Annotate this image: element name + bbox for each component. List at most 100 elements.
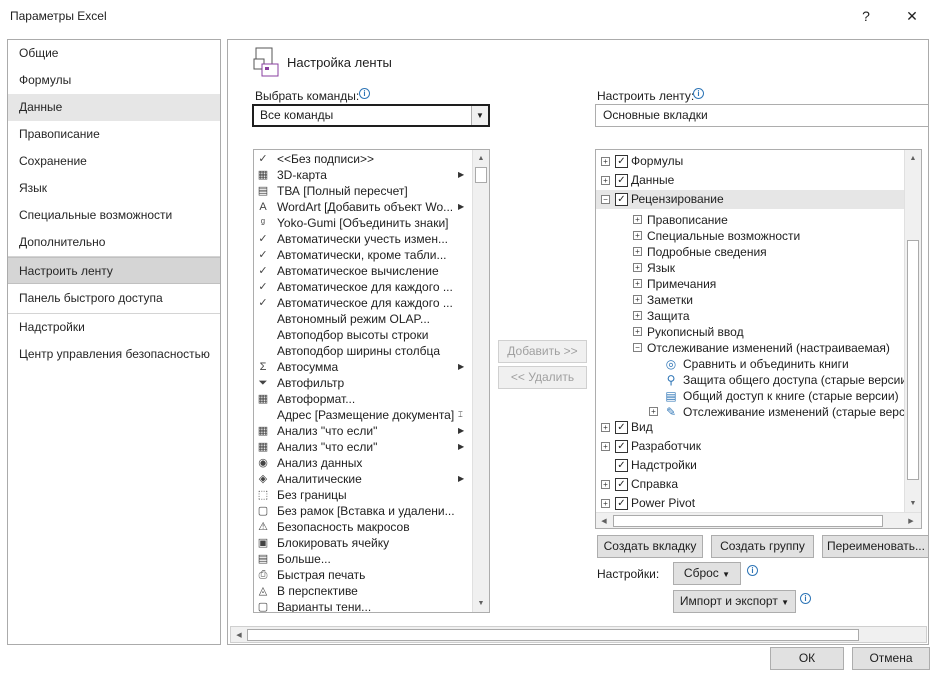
command-list-item[interactable]: Автоподбор ширины столбца — [254, 343, 472, 359]
scroll-down-icon[interactable]: ▼ — [905, 495, 921, 511]
command-list-item[interactable]: ▦ 3D-карта ▶ — [254, 167, 472, 183]
command-list-item[interactable]: ⬚ Без границы — [254, 487, 472, 503]
command-list-item[interactable]: ▦ Анализ "что если" ▶ — [254, 423, 472, 439]
command-list-item[interactable]: ▢ Варианты тени... — [254, 599, 472, 612]
sidebar-item-quick-access[interactable]: Панель быстрого доступа — [8, 285, 220, 312]
rename-button[interactable]: Переименовать... — [822, 535, 928, 558]
scroll-left-icon[interactable]: ◀ — [231, 627, 247, 643]
commands-scrollbar[interactable]: ▲ ▼ — [472, 150, 489, 612]
tree-node-data[interactable]: + ✓ Данные — [596, 171, 904, 190]
checkbox[interactable]: ✓ — [615, 193, 628, 206]
scroll-thumb[interactable] — [475, 167, 487, 183]
command-list-item[interactable]: ▤ ТВА [Полный пересчет] — [254, 183, 472, 199]
command-list-item[interactable]: ◬ В перспективе — [254, 583, 472, 599]
sidebar-item-general[interactable]: Общие — [8, 40, 220, 67]
tree-command[interactable]: ◎ Сравнить и объединить книги — [596, 356, 904, 372]
scroll-up-icon[interactable]: ▲ — [905, 150, 921, 166]
command-list-item[interactable]: ✓ <<Без подписи>> — [254, 151, 472, 167]
sidebar-item-customize-ribbon[interactable]: Настроить ленту — [8, 257, 220, 284]
checkbox[interactable]: ✓ — [615, 421, 628, 434]
tree-node-tab[interactable]: + ✓ Вид — [596, 418, 904, 437]
scroll-up-icon[interactable]: ▲ — [473, 150, 489, 166]
remove-button[interactable]: << Удалить — [498, 366, 587, 389]
command-list-item[interactable]: Адрес [Размещение документа] ⌶ — [254, 407, 472, 423]
sidebar-item-proofing[interactable]: Правописание — [8, 121, 220, 148]
tree-group[interactable]: + Специальные возможности — [596, 228, 904, 244]
expand-icon[interactable]: + — [601, 480, 610, 489]
new-group-button[interactable]: Создать группу — [711, 535, 814, 558]
command-list-item[interactable]: ⏷ Автофильтр — [254, 375, 472, 391]
checkbox[interactable]: ✓ — [615, 174, 628, 187]
import-export-button[interactable]: Импорт и экспорт ▼ — [673, 590, 796, 613]
checkbox[interactable]: ✓ — [615, 459, 628, 472]
sidebar-item-addins[interactable]: Надстройки — [8, 314, 220, 341]
help-button[interactable]: ? — [843, 0, 889, 32]
sidebar-item-advanced[interactable]: Дополнительно — [8, 229, 220, 256]
command-list-item[interactable]: ✓ Автоматически учесть измен... — [254, 231, 472, 247]
tree-group[interactable]: + Язык — [596, 260, 904, 276]
sidebar-item-data[interactable]: Данные — [8, 94, 220, 121]
command-list-item[interactable]: ▦ Автоформат... — [254, 391, 472, 407]
expand-icon[interactable]: + — [601, 176, 610, 185]
command-list-item[interactable]: ✓ Автоматическое для каждого ... — [254, 295, 472, 311]
tree-group[interactable]: + Правописание — [596, 212, 904, 228]
expand-icon[interactable]: + — [649, 407, 658, 416]
chevron-down-icon[interactable]: ▼ — [471, 106, 488, 125]
command-list-item[interactable]: ⎙ Быстрая печать — [254, 567, 472, 583]
tree-node-tab[interactable]: + ✓ Справка — [596, 475, 904, 494]
main-hscrollbar[interactable]: ◀ — [230, 626, 927, 643]
sidebar-item-language[interactable]: Язык — [8, 175, 220, 202]
add-button[interactable]: Добавить >> — [498, 340, 587, 363]
ribbon-tree[interactable]: + ✓ Формулы + ✓ Данные − ✓ Рецензировани… — [595, 149, 922, 529]
checkbox[interactable]: ✓ — [615, 497, 628, 510]
expand-icon[interactable]: + — [633, 231, 642, 240]
scroll-down-icon[interactable]: ▼ — [473, 595, 489, 611]
expand-icon[interactable]: + — [601, 157, 610, 166]
command-list-item[interactable]: ◉ Анализ данных — [254, 455, 472, 471]
command-list-item[interactable]: Σ Автосумма ▶ — [254, 359, 472, 375]
tree-group[interactable]: + Рукописный ввод — [596, 324, 904, 340]
tree-node-tab[interactable]: + ✓ Power Pivot — [596, 494, 904, 513]
tree-command[interactable]: ▤ Общий доступ к книге (старые версии) — [596, 388, 904, 404]
info-icon[interactable]: i — [359, 88, 370, 99]
expand-icon[interactable]: + — [633, 263, 642, 272]
reset-button[interactable]: Сброс ▼ — [673, 562, 741, 585]
expand-icon[interactable]: + — [601, 442, 610, 451]
tree-node-review[interactable]: − ✓ Рецензирование — [596, 190, 918, 209]
expand-icon[interactable]: + — [601, 423, 610, 432]
new-tab-button[interactable]: Создать вкладку — [597, 535, 703, 558]
tree-group[interactable]: + Защита — [596, 308, 904, 324]
command-list-item[interactable]: ▤ Больше... — [254, 551, 472, 567]
command-list-item[interactable]: ✓ Автоматическое для каждого ... — [254, 279, 472, 295]
tree-node-tab[interactable]: + ✓ Разработчик — [596, 437, 904, 456]
tree-hscrollbar[interactable]: ◀ ▶ — [596, 512, 921, 528]
command-list-item[interactable]: ✓ Автоматическое вычисление — [254, 263, 472, 279]
info-icon[interactable]: i — [800, 593, 811, 604]
command-list-item[interactable]: Автономный режим OLAP... — [254, 311, 472, 327]
tree-command[interactable]: ⚲ Защита общего доступа (старые версии) — [596, 372, 912, 388]
tree-group[interactable]: + Заметки — [596, 292, 904, 308]
expand-icon[interactable]: + — [633, 311, 642, 320]
expand-icon[interactable]: + — [633, 295, 642, 304]
ok-button[interactable]: ОК — [770, 647, 844, 670]
command-list-item[interactable]: ◈ Аналитические ▶ — [254, 471, 472, 487]
cancel-button[interactable]: Отмена — [852, 647, 930, 670]
customize-ribbon-dropdown[interactable]: Основные вкладки — [595, 104, 928, 127]
command-list-item[interactable]: ✓ Автоматически, кроме табли... — [254, 247, 472, 263]
scroll-thumb[interactable] — [247, 629, 859, 641]
info-icon[interactable]: i — [693, 88, 704, 99]
expand-icon[interactable]: + — [633, 215, 642, 224]
expand-icon[interactable]: − — [633, 343, 642, 352]
info-icon[interactable]: i — [747, 565, 758, 576]
expand-icon[interactable]: + — [633, 247, 642, 256]
scroll-right-icon[interactable]: ▶ — [903, 513, 919, 528]
scroll-left-icon[interactable]: ◀ — [596, 513, 612, 528]
command-list-item[interactable]: ⚠ Безопасность макросов — [254, 519, 472, 535]
tree-node-tab[interactable]: ✓ Надстройки — [596, 456, 904, 475]
command-list-item[interactable]: ᵍ Yoko-Gumi [Объединить знаки] — [254, 215, 472, 231]
expand-icon[interactable]: + — [601, 499, 610, 508]
command-list-item[interactable]: ▢ Без рамок [Вставка и удалени... — [254, 503, 472, 519]
command-list-item[interactable]: ▦ Анализ "что если" ▶ — [254, 439, 472, 455]
sidebar-item-trust-center[interactable]: Центр управления безопасностью — [8, 341, 220, 368]
sidebar-item-accessibility[interactable]: Специальные возможности — [8, 202, 220, 229]
